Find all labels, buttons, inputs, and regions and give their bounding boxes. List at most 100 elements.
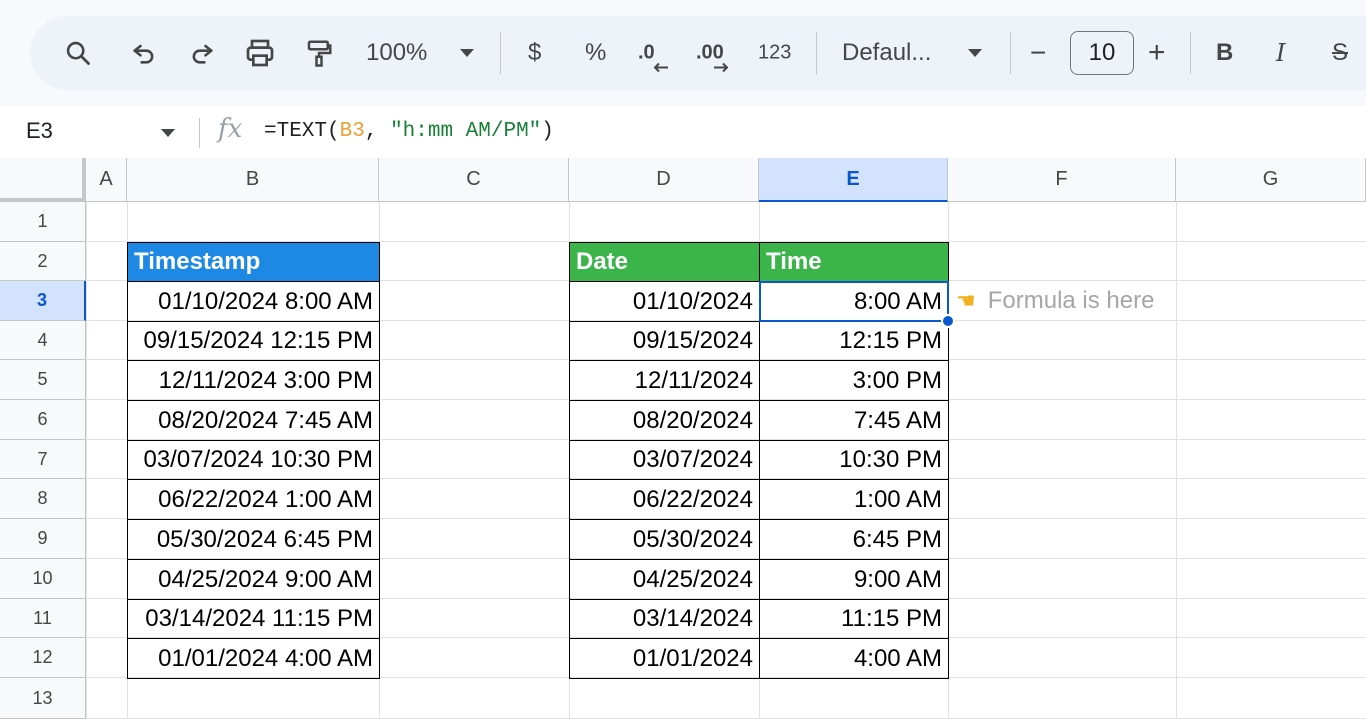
time-cell[interactable]: 10:30 PM bbox=[759, 440, 949, 480]
more-formats-button[interactable]: 123 bbox=[758, 42, 791, 65]
select-all-corner[interactable] bbox=[0, 158, 86, 202]
date-cell[interactable]: 03/14/2024 bbox=[569, 599, 760, 639]
date-cell[interactable]: 03/07/2024 bbox=[569, 440, 760, 480]
row-header-1[interactable]: 1 bbox=[0, 202, 86, 242]
row-header-12[interactable]: 12 bbox=[0, 638, 86, 678]
time-cell[interactable]: 6:45 PM bbox=[759, 519, 949, 560]
time-cell[interactable]: 3:00 PM bbox=[759, 360, 949, 401]
zoom-dropdown[interactable] bbox=[458, 47, 476, 59]
undo-icon bbox=[133, 44, 154, 64]
zoom-value: 100% bbox=[366, 39, 428, 66]
time-cell[interactable]: 4:00 AM bbox=[759, 638, 949, 679]
date-cell[interactable]: 01/10/2024 bbox=[569, 281, 760, 322]
time-cell[interactable]: 1:00 AM bbox=[759, 479, 949, 520]
print-icon bbox=[246, 39, 274, 67]
formula-string: "h:mm AM/PM" bbox=[390, 120, 542, 143]
row-header-13[interactable]: 13 bbox=[0, 678, 86, 719]
date-cell[interactable]: 08/20/2024 bbox=[569, 400, 760, 441]
timestamp-cell[interactable]: 01/10/2024 8:00 AM bbox=[127, 281, 380, 322]
row-header-10[interactable]: 10 bbox=[0, 559, 86, 599]
time-cell[interactable]: 11:15 PM bbox=[759, 599, 949, 639]
timestamp-cell[interactable]: 01/01/2024 4:00 AM bbox=[127, 638, 380, 679]
caret-down-icon bbox=[968, 49, 982, 57]
italic-button[interactable]: I bbox=[1276, 39, 1285, 67]
time-header-cell[interactable]: Time bbox=[759, 242, 949, 282]
plus-icon: + bbox=[1148, 36, 1166, 69]
caret-down-icon[interactable] bbox=[160, 128, 176, 138]
row-header-5[interactable]: 5 bbox=[0, 360, 86, 400]
bold-icon: B bbox=[1216, 39, 1234, 66]
strikethrough-button[interactable]: S bbox=[1332, 39, 1348, 67]
formula-suffix: ) bbox=[541, 120, 554, 143]
date-cell[interactable]: 01/01/2024 bbox=[569, 638, 760, 679]
timestamp-cell[interactable]: 12/11/2024 3:00 PM bbox=[127, 360, 380, 401]
arrow-left-icon bbox=[653, 62, 668, 73]
timestamp-cell[interactable]: 03/07/2024 10:30 PM bbox=[127, 440, 380, 480]
minus-icon: − bbox=[1030, 37, 1047, 68]
date-cell[interactable]: 12/11/2024 bbox=[569, 360, 760, 401]
spreadsheet-grid[interactable]: A B C D E F G 1 2 3 4 5 6 7 8 9 10 11 12 13 Timestamp 01/10/2… bbox=[0, 158, 1366, 719]
timestamp-cell[interactable]: 04/25/2024 9:00 AM bbox=[127, 559, 380, 600]
format-percent-button[interactable]: % bbox=[585, 39, 606, 67]
number-format-label: 123 bbox=[758, 41, 792, 64]
font-name: Defaul... bbox=[842, 39, 932, 66]
row-header-11[interactable]: 11 bbox=[0, 599, 86, 638]
formula-bar: E3 fx =TEXT(B3, "h:mm AM/PM") bbox=[0, 106, 1366, 158]
timestamp-header-cell[interactable]: Timestamp bbox=[127, 242, 380, 282]
fill-handle[interactable] bbox=[941, 314, 955, 328]
timestamp-cell[interactable]: 06/22/2024 1:00 AM bbox=[127, 479, 380, 520]
fx-icon: fx bbox=[218, 114, 243, 144]
row-header-7[interactable]: 7 bbox=[0, 440, 86, 479]
row-header-8[interactable]: 8 bbox=[0, 479, 86, 519]
decrease-decimal-button[interactable]: .0 bbox=[638, 42, 668, 73]
print-button[interactable] bbox=[244, 37, 276, 69]
name-box[interactable]: E3 bbox=[26, 118, 53, 144]
column-header-c[interactable]: C bbox=[379, 158, 569, 202]
formula-bar-divider bbox=[199, 118, 200, 148]
row-header-9[interactable]: 9 bbox=[0, 519, 86, 559]
date-cell[interactable]: 06/22/2024 bbox=[569, 479, 760, 520]
font-dropdown[interactable] bbox=[966, 47, 984, 59]
bold-button[interactable]: B bbox=[1216, 39, 1233, 67]
time-cell[interactable]: 9:00 AM bbox=[759, 559, 949, 600]
time-cell[interactable]: 7:45 AM bbox=[759, 400, 949, 441]
row-header-6[interactable]: 6 bbox=[0, 400, 86, 440]
column-header-d[interactable]: D bbox=[569, 158, 759, 202]
row-header-4[interactable]: 4 bbox=[0, 321, 86, 360]
timestamp-cell[interactable]: 05/30/2024 6:45 PM bbox=[127, 519, 380, 560]
redo-button[interactable] bbox=[188, 39, 216, 67]
timestamp-cell[interactable]: 09/15/2024 12:15 PM bbox=[127, 321, 380, 361]
percent-label: % bbox=[585, 39, 607, 66]
undo-button[interactable] bbox=[130, 39, 158, 67]
decrease-font-size-button[interactable]: − bbox=[1030, 37, 1046, 69]
paint-format-button[interactable] bbox=[304, 37, 334, 69]
row-header-3[interactable]: 3 bbox=[0, 281, 86, 321]
toolbar-divider bbox=[1010, 32, 1011, 74]
increase-decimal-button[interactable]: .00 bbox=[696, 42, 729, 73]
search-menus-button[interactable] bbox=[64, 39, 92, 67]
increase-font-size-button[interactable]: + bbox=[1148, 36, 1166, 70]
date-cell[interactable]: 04/25/2024 bbox=[569, 559, 760, 600]
zoom-select[interactable]: 100% bbox=[366, 39, 427, 67]
redo-icon bbox=[192, 44, 213, 64]
column-header-e[interactable]: E bbox=[759, 158, 948, 202]
column-header-a[interactable]: A bbox=[86, 158, 127, 202]
date-header-cell[interactable]: Date bbox=[569, 242, 760, 282]
row-header-2[interactable]: 2 bbox=[0, 242, 86, 281]
timestamp-cell[interactable]: 03/14/2024 11:15 PM bbox=[127, 599, 380, 639]
font-select[interactable]: Defaul... bbox=[842, 39, 931, 67]
italic-icon: I bbox=[1276, 39, 1286, 67]
paint-format-icon bbox=[307, 40, 332, 67]
font-size-input[interactable]: 10 bbox=[1070, 31, 1134, 75]
pointing-hand-icon: ☚ bbox=[956, 288, 976, 313]
formula-input[interactable]: =TEXT(B3, "h:mm AM/PM") bbox=[264, 120, 554, 143]
time-cell[interactable]: 8:00 AM bbox=[759, 281, 949, 322]
date-cell[interactable]: 09/15/2024 bbox=[569, 321, 760, 361]
timestamp-cell[interactable]: 08/20/2024 7:45 AM bbox=[127, 400, 380, 441]
time-cell[interactable]: 12:15 PM bbox=[759, 321, 949, 361]
column-header-g[interactable]: G bbox=[1176, 158, 1366, 202]
column-header-f[interactable]: F bbox=[948, 158, 1176, 202]
column-header-b[interactable]: B bbox=[127, 158, 379, 202]
format-currency-button[interactable]: $ bbox=[528, 39, 541, 67]
date-cell[interactable]: 05/30/2024 bbox=[569, 519, 760, 560]
